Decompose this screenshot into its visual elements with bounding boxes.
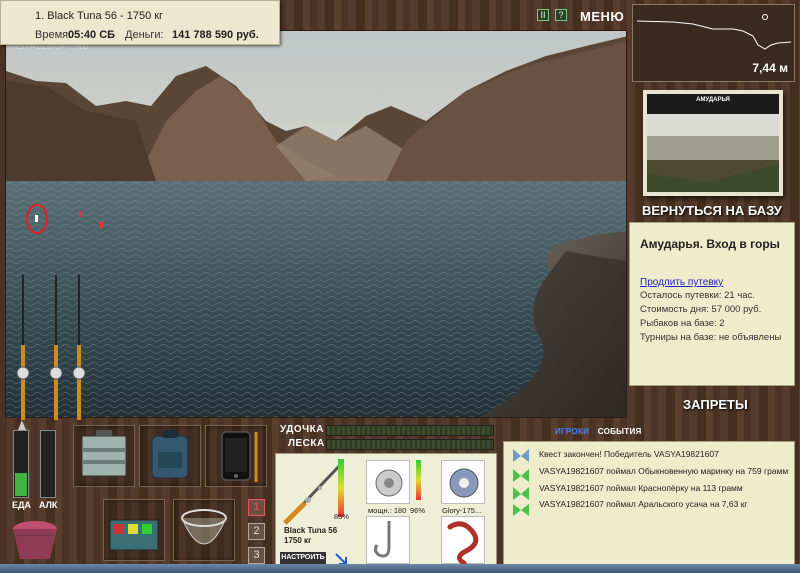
os-taskbar — [0, 564, 800, 573]
rod-2[interactable] — [49, 275, 63, 420]
alcohol-meter — [40, 430, 56, 498]
location-card-title: АМУДАРЬЯ — [696, 97, 730, 103]
reel-icon — [375, 469, 403, 497]
reel-icon — [16, 366, 30, 380]
location-title: Амударья. Вход в горы — [640, 237, 780, 251]
reel-percent: 96% — [410, 506, 426, 515]
page-button-1[interactable]: 1 — [248, 499, 265, 516]
location-card[interactable]: АМУДАРЬЯ — [643, 90, 783, 196]
permit-remaining: Осталось путевки: 21 час. — [640, 290, 755, 301]
page-button-2[interactable]: 2 — [248, 523, 265, 540]
help-button[interactable]: ? — [555, 9, 567, 21]
money-value: 141 788 590 руб. — [172, 29, 259, 41]
top-info-panel: 1. Black Tuna 56 - 1750 кг Время: 05:40 … — [0, 0, 280, 45]
depth-profile: 7,44 м — [632, 4, 795, 82]
food-label: ЕДА — [12, 500, 31, 510]
rod-tension-bar — [326, 425, 494, 436]
float-position-icon — [762, 14, 768, 20]
pause-button[interactable]: II — [537, 9, 549, 21]
tackle-panel: 85% Black Tuna 56 1750 кг НАСТРОИТЬ мощн… — [275, 453, 497, 573]
rod-name: Black Tuna 56 — [284, 526, 338, 535]
time-value: 05:40 СБ — [68, 29, 116, 41]
location-info-panel: Амударья. Вход в горы Продлить путевку О… — [629, 222, 795, 386]
bait-bucket-icon[interactable] — [8, 515, 63, 563]
event-row: VASYA19821607 поймал Аральского усача на… — [539, 499, 748, 509]
tab-events[interactable]: СОБЫТИЯ — [598, 427, 642, 436]
reel-slot[interactable] — [366, 460, 410, 504]
back-to-base-button[interactable]: ВЕРНУТЬСЯ НА БАЗУ — [642, 203, 782, 218]
food-meter — [13, 430, 29, 498]
bans-button[interactable]: ЗАПРЕТЫ — [683, 397, 748, 412]
anglers-count: Рыбаков на базе: 2 — [640, 318, 725, 329]
reel-condition-bar — [416, 460, 421, 500]
float-3[interactable] — [100, 222, 103, 228]
rod-weight: 1750 кг — [284, 536, 312, 545]
backpack-icon — [151, 430, 189, 479]
hook-icon — [373, 521, 391, 558]
extend-permit-link[interactable]: Продлить путевку — [640, 277, 784, 288]
keepnet-icon — [181, 509, 227, 545]
reel-icon — [49, 366, 63, 380]
time-label: Время: — [35, 29, 72, 41]
tackle-box-icon — [81, 430, 127, 477]
rod-percent: 85% — [334, 512, 350, 521]
float-1[interactable] — [35, 215, 38, 222]
line-bar-label: ЛЕСКА — [288, 438, 325, 449]
inventory-slot-2[interactable] — [139, 425, 201, 487]
float-2[interactable] — [79, 211, 82, 217]
line-spool-icon — [449, 468, 479, 498]
line-slot[interactable] — [441, 460, 485, 504]
event-row: VASYA19821607 поймал Краснопёрку на 113 … — [539, 483, 743, 493]
chat-tabs: ИГРОКИ СОБЫТИЯ — [555, 427, 642, 436]
page-button-3[interactable]: 3 — [248, 547, 265, 564]
event-row: VASYA19821607 поймал Обыкновенную маринк… — [539, 466, 789, 476]
lure-box-icon — [109, 519, 159, 551]
configure-button[interactable]: НАСТРОИТЬ — [280, 552, 326, 564]
catch-record: 1. Black Tuna 56 - 1750 кг — [35, 10, 164, 22]
money-label: Деньги: — [125, 29, 164, 41]
day-cost: Стоимость дня: 57 000 руб. — [640, 304, 762, 315]
rod-condition-bar — [338, 459, 344, 517]
inventory-slot-5[interactable] — [173, 499, 235, 561]
menu-button[interactable]: МЕНЮ — [580, 9, 624, 24]
float-markers[interactable] — [18, 200, 118, 240]
butterfly-icon — [513, 449, 529, 516]
events-panel: Квест закончен! Победитель VASYA19821607… — [503, 441, 795, 573]
inventory-slot-4[interactable] — [103, 499, 165, 561]
alcohol-label: АЛК — [39, 500, 58, 510]
reel-icon — [72, 366, 86, 380]
rod-3[interactable] — [72, 275, 86, 420]
worm-icon — [447, 521, 479, 566]
hook-slot[interactable] — [366, 516, 410, 564]
rod-1[interactable] — [16, 275, 30, 420]
line-tension-bar — [326, 439, 494, 450]
tournaments-status: Турниры на базе: не объявлены — [640, 332, 782, 343]
inventory-slot-1[interactable] — [73, 425, 135, 487]
rod-bar-label: УДОЧКА — [280, 424, 324, 435]
reel-power: мощн.: 180 — [368, 506, 407, 515]
line-name: Glory-175... — [442, 506, 482, 515]
tab-players[interactable]: ИГРОКИ — [555, 427, 589, 436]
event-row: Квест закончен! Победитель VASYA19821607 — [539, 449, 719, 459]
bait-slot[interactable] — [441, 516, 485, 566]
depth-value: 7,44 м — [752, 61, 788, 75]
